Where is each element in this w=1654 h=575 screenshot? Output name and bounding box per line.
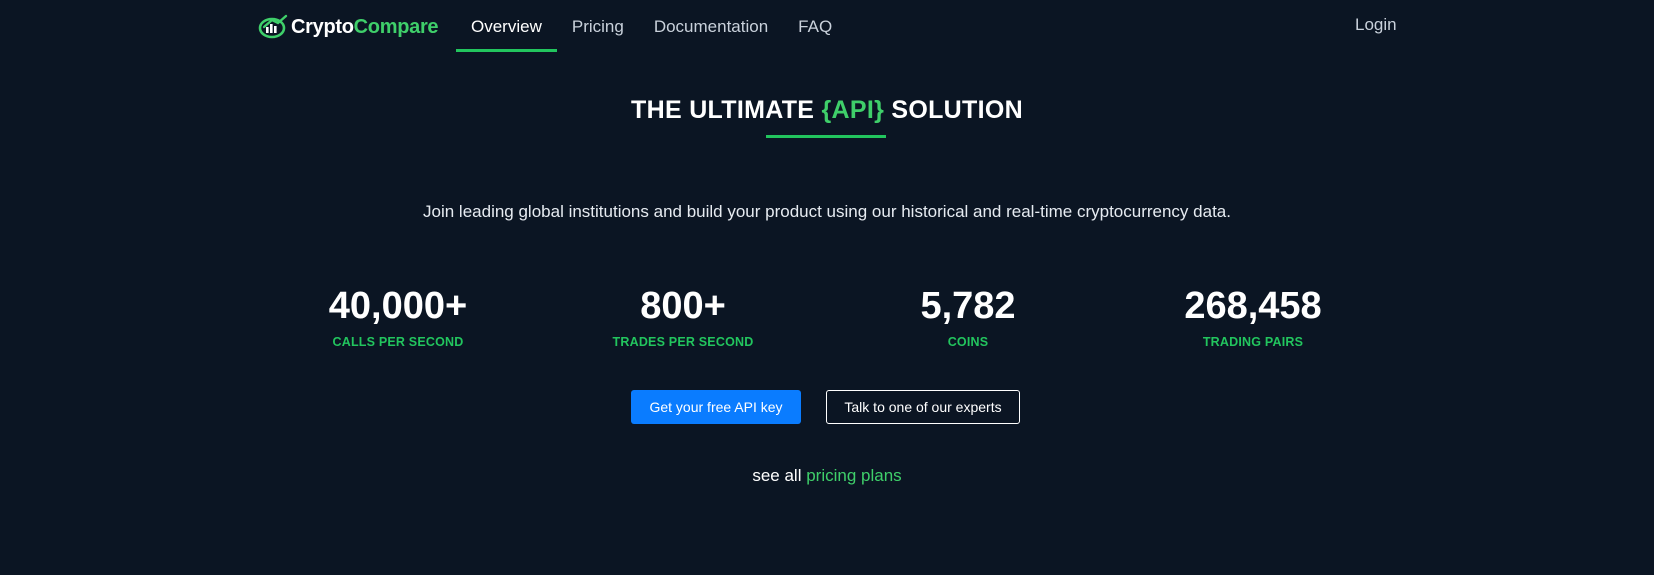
- stat-coins: 5,782 COINS: [838, 283, 1098, 349]
- pricing-plans-link[interactable]: pricing plans: [806, 466, 901, 485]
- stat-label: TRADES PER SECOND: [612, 335, 754, 349]
- title-underline: [766, 135, 886, 138]
- stat-label: COINS: [947, 335, 989, 349]
- stat-label: TRADING PAIRS: [1202, 335, 1304, 349]
- nav-pricing[interactable]: Pricing: [557, 0, 639, 54]
- stat-trading-pairs: 268,458 TRADING PAIRS: [1123, 283, 1383, 349]
- main-nav: Overview Pricing Documentation FAQ: [456, 0, 847, 54]
- top-navbar: CryptoCompare Overview Pricing Documenta…: [0, 0, 1654, 54]
- stat-label: CALLS PER SECOND: [332, 335, 464, 349]
- hero-title-prefix: THE ULTIMATE: [631, 96, 822, 124]
- stat-calls-per-second: 40,000+ CALLS PER SECOND: [268, 283, 528, 349]
- cryptocompare-logo[interactable]: CryptoCompare: [258, 13, 439, 41]
- hero-subtitle: Join leading global institutions and bui…: [423, 202, 1231, 221]
- talk-to-expert-button[interactable]: Talk to one of our experts: [826, 390, 1020, 424]
- page: CryptoCompare Overview Pricing Documenta…: [0, 0, 1654, 575]
- get-free-api-key-button[interactable]: Get your free API key: [631, 390, 801, 424]
- stat-value: 800+: [640, 285, 726, 327]
- hero-title: THE ULTIMATE {API} SOLUTION: [0, 96, 1654, 125]
- nav-overview[interactable]: Overview: [456, 0, 557, 54]
- stat-value: 40,000+: [328, 285, 468, 327]
- stat-value: 5,782: [920, 285, 1016, 327]
- stat-value: 268,458: [1184, 285, 1322, 327]
- login-link[interactable]: Login: [1355, 15, 1397, 35]
- see-all-pricing: see all pricing plans: [0, 466, 1654, 486]
- nav-documentation[interactable]: Documentation: [639, 0, 783, 54]
- stat-trades-per-second: 800+ TRADES PER SECOND: [553, 283, 813, 349]
- see-all-prefix: see all: [752, 466, 807, 485]
- nav-faq[interactable]: FAQ: [783, 0, 847, 54]
- logo-text: CryptoCompare: [291, 15, 439, 38]
- logo-chart-icon: [258, 14, 288, 39]
- hero-title-highlight: {API}: [821, 96, 885, 124]
- hero-title-suffix: SOLUTION: [884, 96, 1023, 124]
